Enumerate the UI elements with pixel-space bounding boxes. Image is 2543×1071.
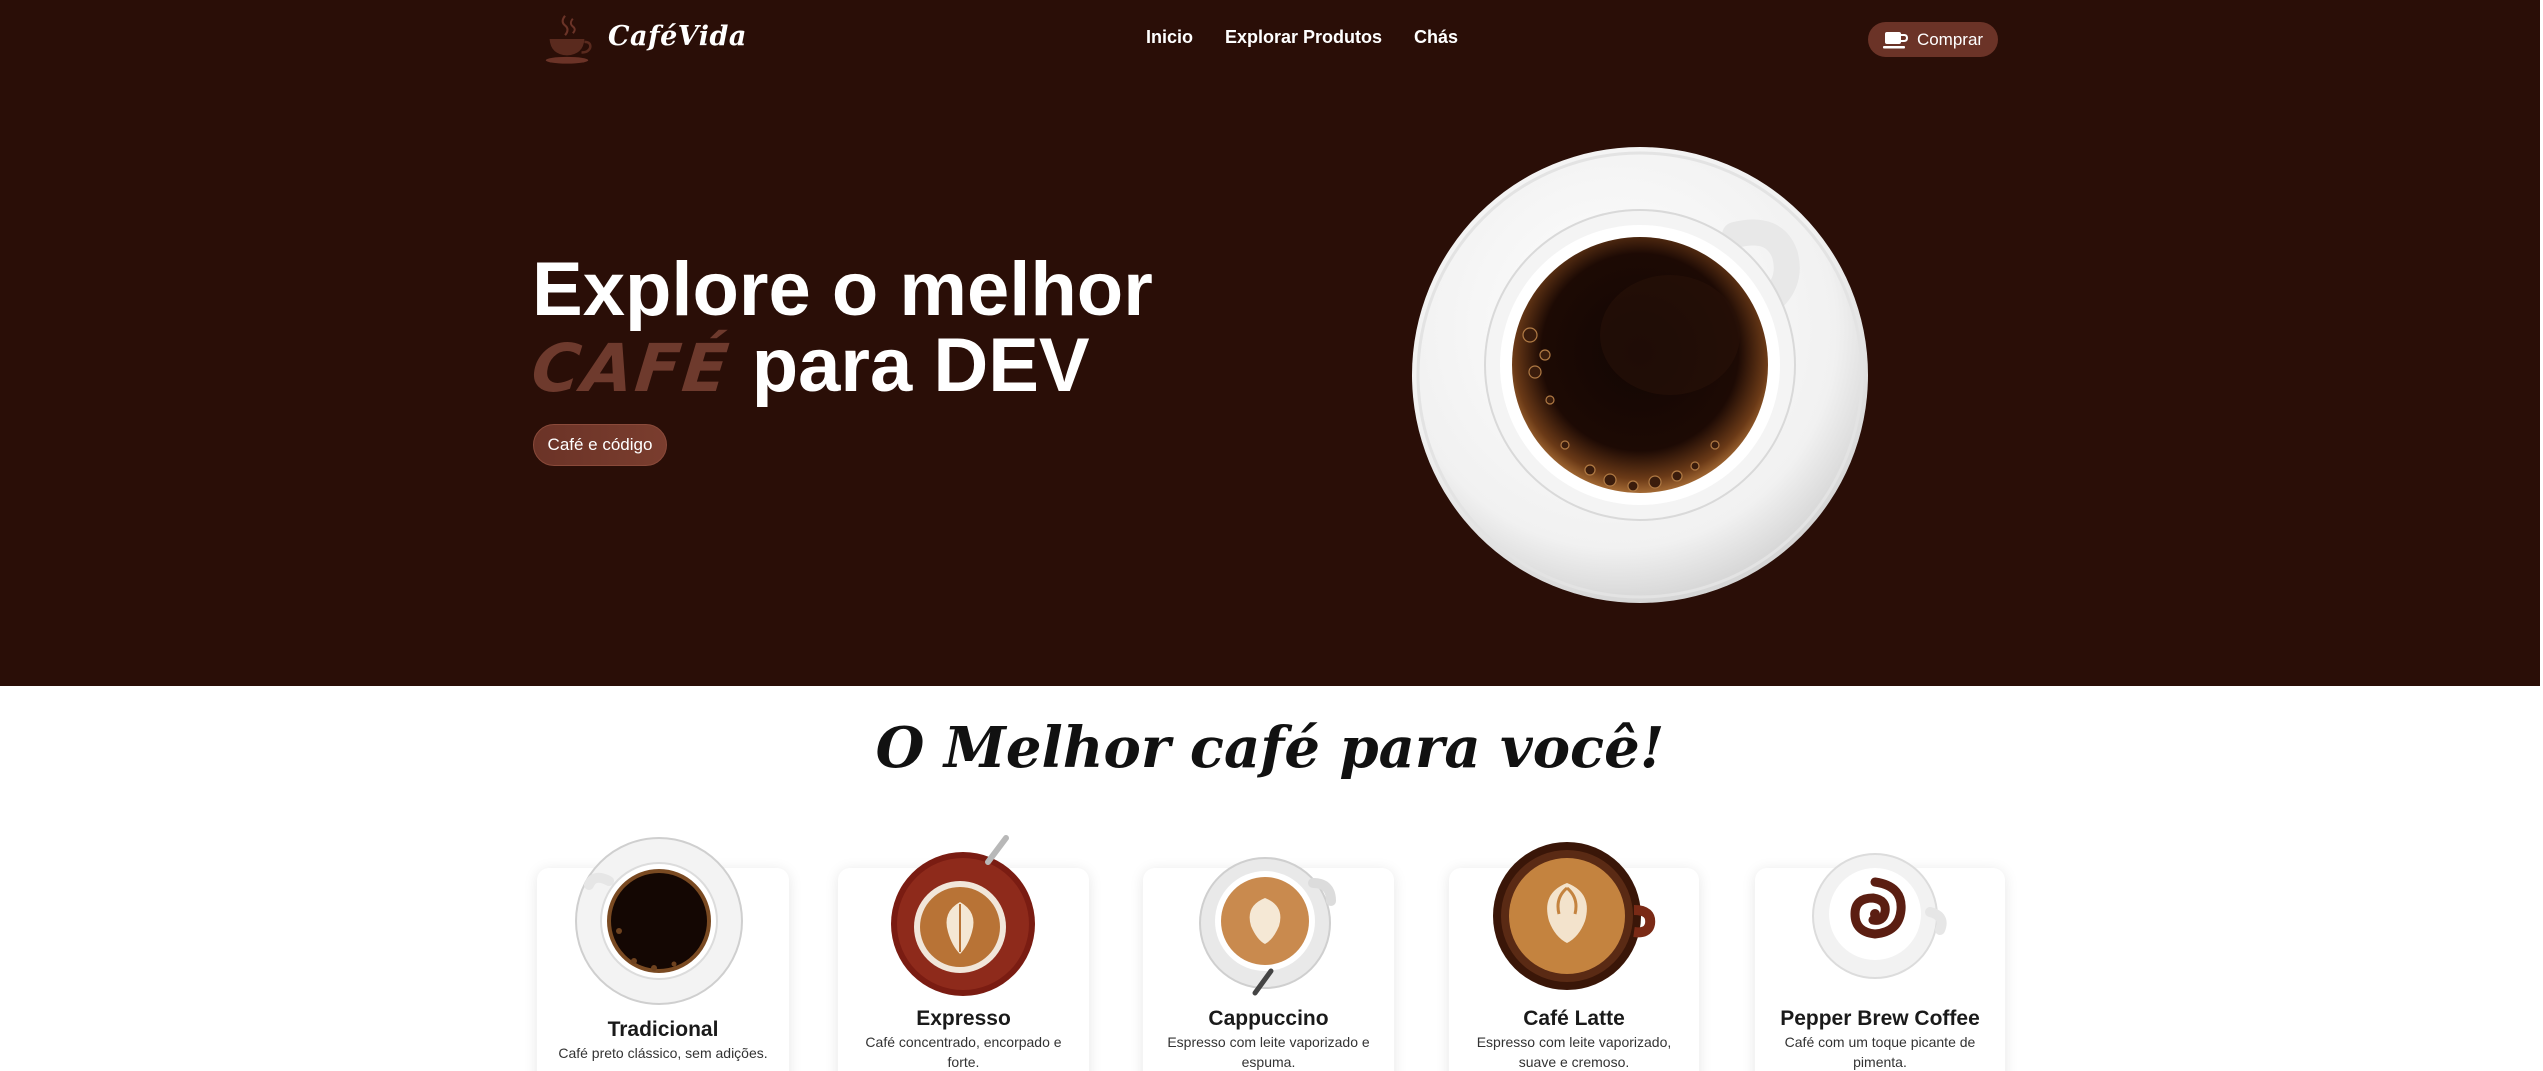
hero-section: CaféVida Inicio Explorar Produtos Chás C… xyxy=(0,0,2540,686)
hero-title-line1: Explore o melhor xyxy=(532,247,1153,332)
product-image-tradicional xyxy=(575,837,743,1005)
product-desc-cafe-latte: Espresso com leite vaporizado, suave e c… xyxy=(1476,1034,1672,1070)
nav-explorar-produtos[interactable]: Explorar Produtos xyxy=(1225,27,1382,48)
product-image-expresso xyxy=(891,835,1035,996)
product-card-cappuccino[interactable]: Cappuccino Espresso com leite vaporizado… xyxy=(1143,857,1394,1071)
product-name-cappuccino: Cappuccino xyxy=(1208,1007,1329,1030)
nav-inicio[interactable]: Inicio xyxy=(1146,27,1193,48)
product-name-expresso: Expresso xyxy=(916,1007,1011,1030)
logo[interactable]: CaféVida xyxy=(538,10,747,68)
product-image-cafe-latte xyxy=(1493,842,1656,990)
hero-title: Explore o melhor CAFÉ para DEV xyxy=(528,252,1153,408)
product-card-expresso[interactable]: Expresso Café concentrado, encorpado e f… xyxy=(838,835,1089,1071)
product-desc-pepper-brew: Café com um toque picante de pimenta. xyxy=(1784,1034,1976,1070)
product-desc-cappuccino: Espresso com leite vaporizado e espuma. xyxy=(1167,1034,1370,1070)
buy-button-label: Comprar xyxy=(1916,29,1984,49)
buy-button[interactable]: Comprar xyxy=(1868,22,1998,57)
hero-coffee-cup-image xyxy=(1412,147,1868,603)
product-card-pepper-brew[interactable]: Pepper Brew Coffee Café com um toque pic… xyxy=(1755,853,2005,1071)
section-title: O Melhor café para você! xyxy=(875,715,1665,781)
product-desc-tradicional: Café preto clássico, sem adições. xyxy=(558,1045,768,1061)
product-name-tradicional: Tradicional xyxy=(607,1018,719,1041)
product-name-cafe-latte: Café Latte xyxy=(1523,1007,1625,1030)
product-name-pepper-brew: Pepper Brew Coffee xyxy=(1780,1007,1980,1030)
nav-chas[interactable]: Chás xyxy=(1414,27,1458,48)
product-desc-expresso: Café concentrado, encorpado e forte. xyxy=(865,1034,1062,1070)
product-card-cafe-latte[interactable]: Café Latte Espresso com leite vaporizado… xyxy=(1449,842,1699,1071)
navbar: CaféVida Inicio Explorar Produtos Chás C… xyxy=(0,0,2540,80)
nav-links: Inicio Explorar Produtos Chás xyxy=(1146,27,1458,48)
logo-text: CaféVida xyxy=(608,20,747,52)
coffee-cup-icon xyxy=(1882,31,1908,48)
coffee-cup-icon xyxy=(545,15,592,64)
product-card-tradicional[interactable]: Tradicional Café preto clássico, sem adi… xyxy=(537,837,789,1071)
hero-title-accent: CAFÉ xyxy=(528,330,734,407)
product-image-cappuccino xyxy=(1199,857,1336,996)
hero-cta-button[interactable]: Café e código xyxy=(533,424,667,466)
product-image-pepper-brew xyxy=(1812,853,1947,979)
hero-title-line2: para DEV xyxy=(751,323,1090,408)
